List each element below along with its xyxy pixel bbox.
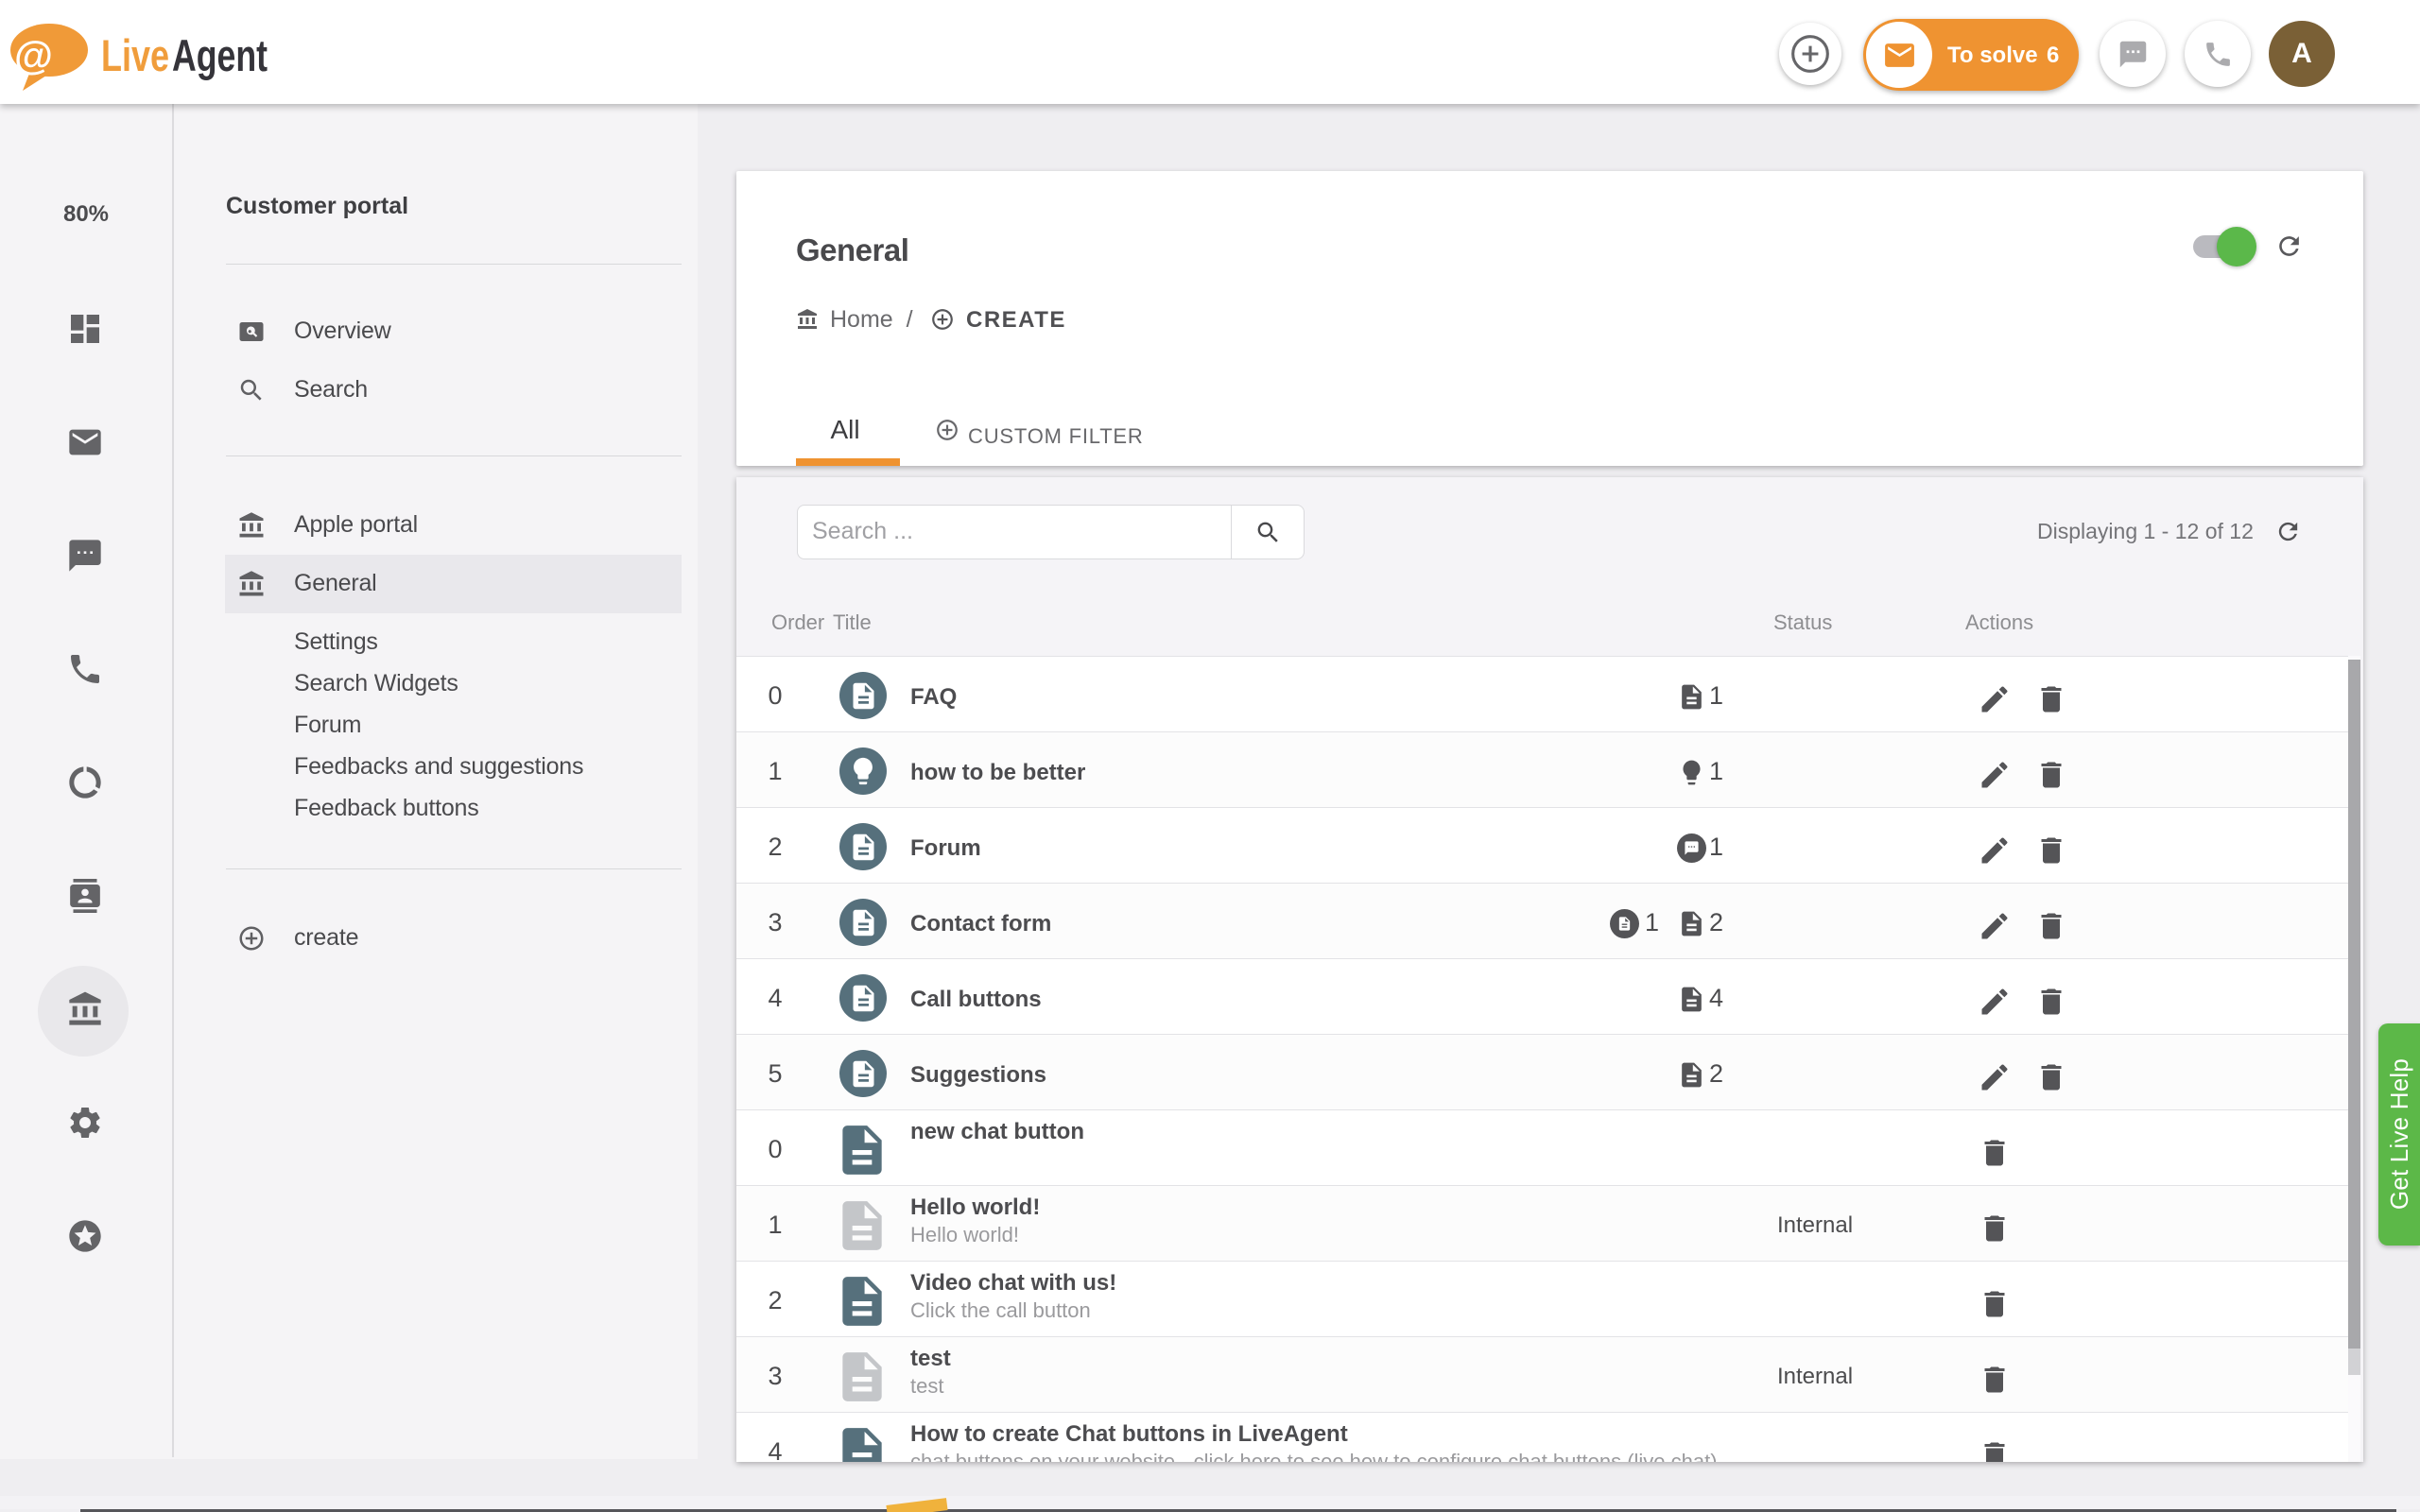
svg-text:Agent: Agent [172, 30, 268, 80]
svg-text:@: @ [14, 33, 53, 77]
svg-text:Live: Live [101, 30, 169, 80]
